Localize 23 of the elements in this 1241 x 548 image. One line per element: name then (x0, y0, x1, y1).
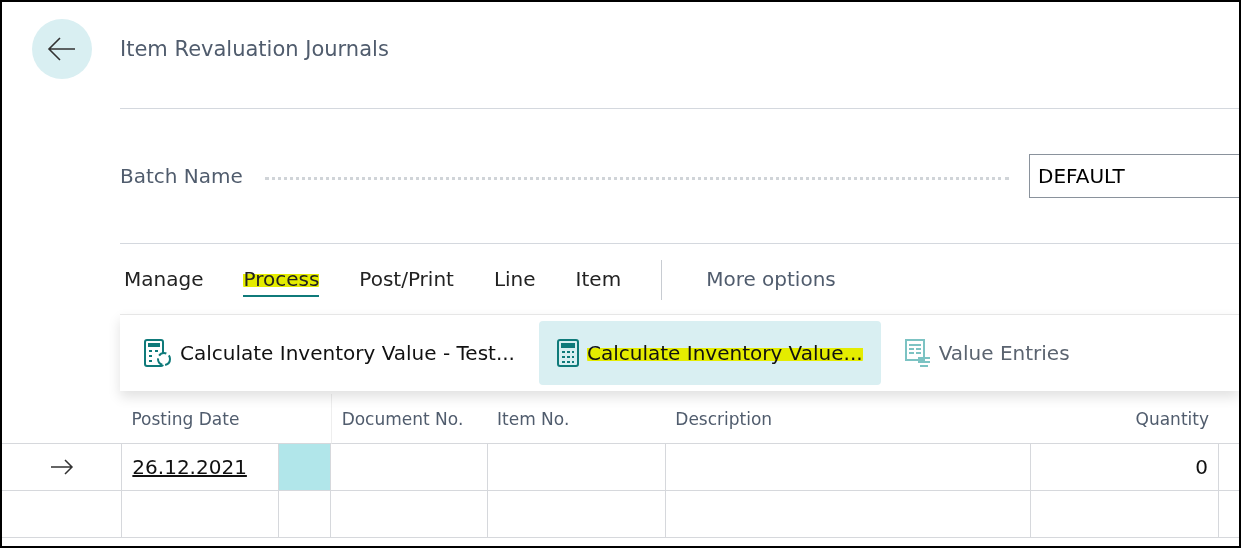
more-options-link[interactable]: More options (706, 263, 836, 297)
table-cell (1218, 491, 1239, 538)
back-arrow-icon (47, 36, 77, 62)
column-header[interactable]: Description (665, 394, 1031, 444)
menu-item[interactable]: Calculate Inventory Value... (538, 321, 881, 385)
action-tab[interactable]: Line (493, 263, 536, 297)
column-header[interactable]: Posting Date (121, 394, 278, 444)
column-header[interactable]: Item No. (487, 394, 666, 444)
page-title: Item Revaluation Journals (120, 37, 389, 61)
cell-value: 0 (1195, 455, 1208, 479)
calculator-icon (556, 339, 579, 367)
action-tab[interactable]: Post/Print (359, 263, 454, 297)
field-label: Batch Name (120, 164, 243, 188)
column-header[interactable]: Quantity (1030, 394, 1219, 444)
action-tab[interactable]: Item (575, 263, 622, 297)
column-header[interactable]: Document No. (330, 394, 487, 444)
batch-name-field[interactable]: DEFAULT (1029, 154, 1239, 198)
calculator-refresh-icon (144, 339, 172, 367)
menu-item[interactable]: Calculate Inventory Value - Test... (126, 321, 533, 385)
back-button[interactable] (32, 19, 92, 79)
date-link[interactable]: 26.12.2021 (132, 455, 247, 479)
action-tab[interactable]: Manage (124, 263, 204, 297)
ledger-icon (904, 339, 931, 367)
